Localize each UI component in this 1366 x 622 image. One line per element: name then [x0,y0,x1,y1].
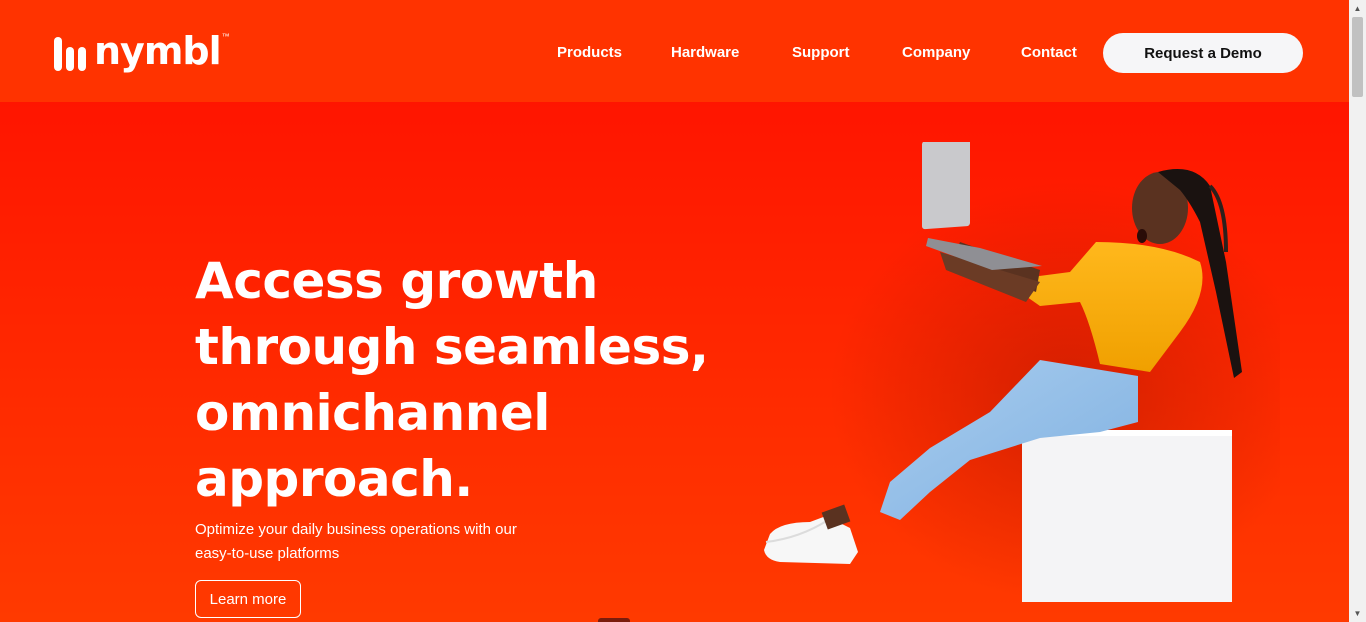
nav-support-link[interactable]: Support [792,44,850,61]
site-header: nymbl ™ Products Hardware Support Compan… [0,0,1349,102]
laptop-screen [922,142,970,230]
headline-line: through seamless, [195,318,709,376]
nymbl-logo-icon [54,37,86,71]
subtext-line: easy-to-use platforms [195,545,340,562]
hero-subtext: Optimize your daily business operations … [195,518,555,566]
brand-trademark: ™ [221,32,230,41]
learn-more-button[interactable]: Learn more [195,580,301,618]
hero-section: Access growth through seamless, omnichan… [0,102,1349,622]
headline-line: Access growth [195,252,598,310]
nav-contact-link[interactable]: Contact [1021,44,1077,61]
white-cube [1022,430,1232,602]
headline-line: approach. [195,450,473,508]
hero-headline: Access growth through seamless, omnichan… [195,248,715,512]
brand-name: nymbl [94,29,222,73]
scroll-up-arrow-icon[interactable]: ▲ [1349,0,1366,17]
page-scrollbar[interactable]: ▲ ▼ [1349,0,1366,622]
nav-products-link[interactable]: Products [557,44,622,61]
nymbl-logo[interactable]: nymbl ™ [54,30,230,78]
carousel-indicator[interactable] [598,618,630,622]
scroll-thumb[interactable] [1352,17,1363,97]
hero-illustration [764,142,1280,602]
scroll-down-arrow-icon[interactable]: ▼ [1349,605,1366,622]
headline-line: omnichannel [195,384,550,442]
subtext-line: Optimize your daily business operations … [195,521,517,538]
nav-company-link[interactable]: Company [902,44,970,61]
nav-hardware-link[interactable]: Hardware [671,44,739,61]
request-demo-button[interactable]: Request a Demo [1103,33,1303,73]
